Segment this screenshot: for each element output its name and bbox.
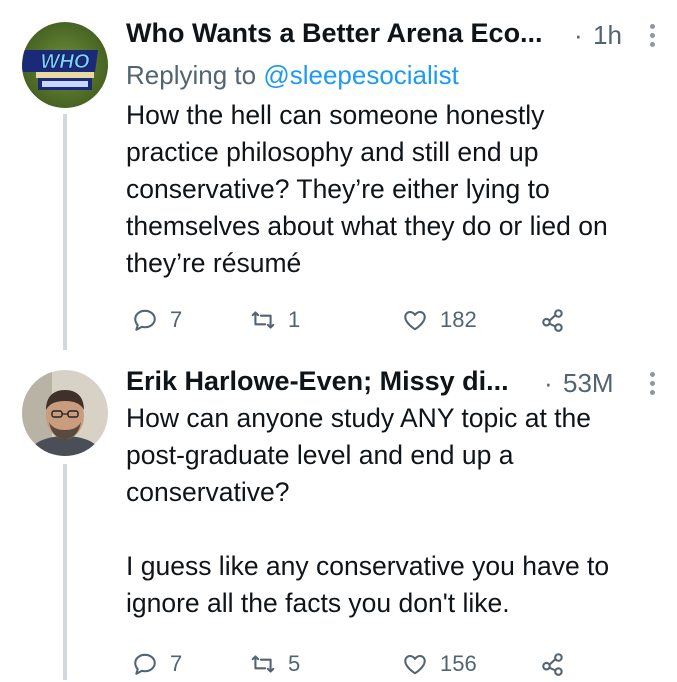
thread-line [63, 114, 67, 350]
thread-line [63, 464, 67, 680]
share-button[interactable] [540, 302, 566, 338]
retweet-button[interactable]: 5 [250, 646, 300, 682]
like-icon [404, 654, 426, 675]
tweet-text: How the hell can someone honestly practi… [126, 100, 608, 278]
more-icon[interactable] [647, 24, 657, 50]
reply-button[interactable]: 7 [132, 646, 182, 682]
tweet-time[interactable]: 53M [563, 368, 614, 399]
reply-count: 7 [170, 651, 183, 676]
retweet-icon [251, 311, 275, 329]
avatar-logo-text: WHO [41, 51, 90, 73]
replying-prefix: Replying to [126, 60, 264, 90]
share-button[interactable] [540, 646, 566, 682]
author-avatar[interactable] [22, 370, 108, 456]
like-button[interactable]: 182 [402, 302, 477, 338]
retweet-count: 1 [288, 307, 301, 332]
retweet-button[interactable]: 1 [250, 302, 300, 338]
action-bar: 7 5 156 [126, 646, 657, 682]
separator-dot: · [574, 20, 583, 50]
action-bar: 7 1 182 [126, 302, 657, 338]
share-icon [542, 309, 563, 332]
reply-count: 7 [170, 307, 183, 332]
tweet-text: How can anyone study ANY topic at the po… [126, 403, 610, 618]
reply-button[interactable]: 7 [132, 302, 182, 338]
tweet-time[interactable]: 1h [593, 20, 622, 51]
like-icon [404, 310, 426, 331]
share-icon [542, 653, 563, 676]
author-avatar[interactable]: WHO [22, 22, 108, 108]
more-icon[interactable] [647, 372, 657, 398]
like-button[interactable]: 156 [402, 646, 477, 682]
reply-icon [134, 653, 156, 675]
tweet-1[interactable]: WHO Who Wants a Better Arena Eco... · 1h… [0, 0, 677, 350]
replying-handle[interactable]: @sleepesocialist [263, 60, 458, 90]
retweet-icon [251, 655, 275, 673]
like-count: 156 [440, 651, 477, 676]
retweet-count: 5 [288, 651, 301, 676]
replying-to: Replying to @sleepesocialist [126, 60, 459, 91]
reply-icon [134, 309, 156, 331]
tweet-2[interactable]: Erik Harlowe-Even; Missy di... · 53M How… [0, 350, 677, 680]
author-name[interactable]: Erik Harlowe-Even; Missy di... [126, 366, 509, 397]
author-name[interactable]: Who Wants a Better Arena Eco... [126, 18, 543, 49]
like-count: 182 [440, 307, 477, 332]
separator-dot: · [544, 368, 553, 398]
